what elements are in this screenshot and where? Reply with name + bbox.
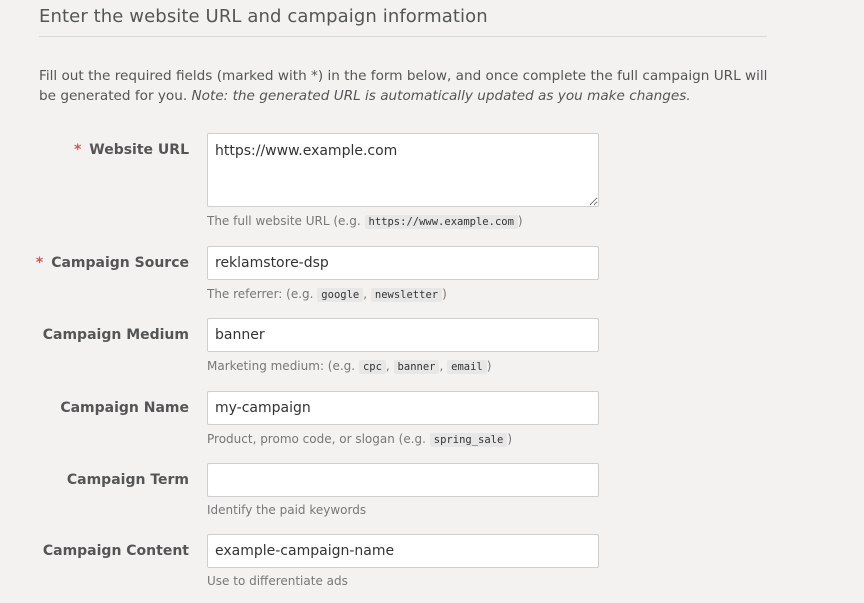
required-marker: * [73, 142, 82, 158]
campaign-name-field[interactable] [207, 391, 599, 425]
website-url-field[interactable]: https://www.example.com [207, 133, 599, 207]
example-code: https://www.example.com [364, 215, 518, 229]
campaign-content-field[interactable] [207, 534, 599, 568]
example-code: email [447, 360, 487, 374]
intro-text: Fill out the required fields (marked wit… [39, 67, 774, 106]
campaign-source-field[interactable] [207, 246, 599, 280]
campaign-medium-label: Campaign Medium [42, 327, 189, 343]
example-code: cpc [358, 360, 386, 374]
example-code: google [317, 288, 364, 302]
campaign-term-help: Identify the paid keywords [207, 503, 367, 517]
example-code: spring_sale [429, 433, 508, 447]
intro-note: Note: the generated URL is automatically… [191, 87, 691, 104]
example-code: newsletter [370, 288, 443, 302]
campaign-content-help: Use to differentiate ads [207, 574, 348, 588]
campaign-term-label: Campaign Term [66, 472, 189, 488]
campaign-term-field[interactable] [207, 463, 599, 497]
website-url-label: * Website URL [73, 142, 189, 158]
campaign-source-help: The referrer: (e.g. google, newsletter) [207, 287, 447, 302]
campaign-name-label: Campaign Name [60, 400, 189, 416]
section-title: Enter the website URL and campaign infor… [39, 6, 767, 37]
campaign-source-label: * Campaign Source [35, 255, 189, 271]
campaign-content-label: Campaign Content [42, 543, 189, 559]
campaign-medium-help: Marketing medium: (e.g. cpc, banner, ema… [207, 359, 492, 374]
required-marker: * [35, 255, 44, 271]
campaign-medium-field[interactable] [207, 318, 599, 352]
campaign-name-help: Product, promo code, or slogan (e.g. spr… [207, 432, 513, 447]
example-code: banner [393, 360, 440, 374]
website-url-help: The full website URL (e.g. https://www.e… [207, 214, 523, 229]
